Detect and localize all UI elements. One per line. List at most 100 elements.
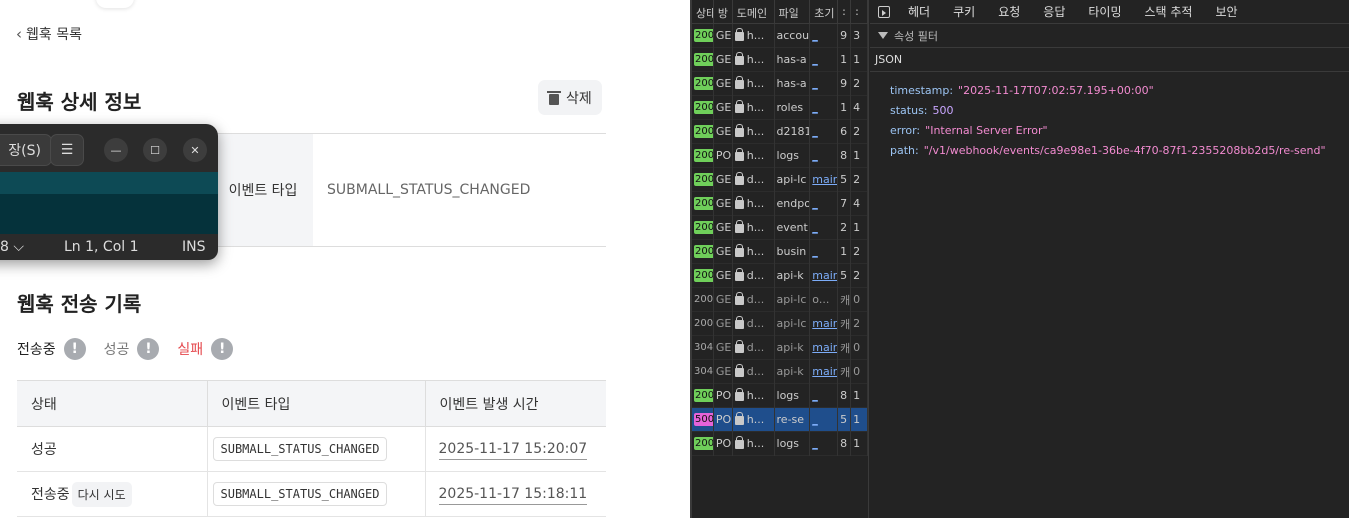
- tab-timing[interactable]: 타이밍: [1088, 3, 1121, 20]
- trash-icon: [547, 90, 561, 105]
- table-row[interactable]: 500 PO h... re-se _ 5 1: [692, 407, 868, 432]
- detail-title: 웹훅 상세 정보: [17, 90, 142, 114]
- table-header-row: 상태 이벤트 타입 이벤트 발생 시간: [17, 380, 606, 427]
- row-domain: h...: [733, 23, 775, 48]
- row-status: 200: [692, 95, 714, 120]
- row-initiator: o...: [810, 287, 839, 312]
- row-a: 캐: [838, 359, 852, 384]
- json-row-error[interactable]: error: "Internal Server Error": [890, 120, 1349, 140]
- col-size[interactable]: :: [851, 0, 868, 23]
- row-b: 1: [851, 47, 868, 72]
- table-row[interactable]: 304 GE d... api-k mair 캐 0: [692, 359, 868, 384]
- row-status: 성공: [17, 426, 208, 472]
- editor-content[interactable]: [0, 172, 218, 194]
- table-row[interactable]: 200 GE h... event _ 2 1: [692, 215, 868, 240]
- lock-icon: [734, 364, 744, 377]
- toggle-panel-icon[interactable]: [878, 5, 890, 18]
- col-method[interactable]: 방: [714, 0, 733, 23]
- row-initiator: _: [810, 95, 839, 120]
- table-row[interactable]: 200 PO h... logs _ 8 1: [692, 143, 868, 168]
- tab-request[interactable]: 요청: [998, 3, 1020, 20]
- cursor-position[interactable]: Ln 1, Col 1: [64, 239, 139, 255]
- event-type-value: SUBMALL_STATUS_CHANGED: [327, 182, 531, 198]
- save-button[interactable]: 장(S): [0, 134, 52, 166]
- col-file[interactable]: 파일: [775, 0, 811, 23]
- row-method: GE: [714, 119, 733, 144]
- col-type[interactable]: :: [838, 0, 852, 23]
- row-event-time[interactable]: 2025-11-17 15:20:07: [438, 441, 588, 460]
- encoding-dropdown[interactable]: 8 ⌵: [0, 239, 24, 255]
- lock-icon: [734, 28, 744, 41]
- row-initiator: mair: [810, 359, 839, 384]
- tab-headers[interactable]: 헤더: [908, 3, 930, 20]
- table-row[interactable]: 200 GE h... endpo _ 7 4: [692, 191, 868, 216]
- row-a: 8: [838, 143, 852, 168]
- webhook-detail-page: ‹ 웹훅 목록 웹훅 상세 정보 삭제 이벤트 타입 SUBMALL_STATU…: [0, 0, 690, 518]
- table-row[interactable]: 304 GE d... api-k mair 캐 0: [692, 335, 868, 360]
- status-badge: 200: [694, 269, 714, 282]
- row-initiator: _: [810, 239, 839, 264]
- table-row[interactable]: 200 GE d... api-lc o... 캐 0: [692, 287, 868, 312]
- status-badge: 200: [694, 294, 714, 305]
- row-status: 전송중: [31, 486, 70, 503]
- row-initiator: mair: [810, 263, 839, 288]
- row-b: 1: [851, 431, 868, 456]
- table-row[interactable]: 200 GE d... api-k mair 5 2: [692, 263, 868, 288]
- delete-button[interactable]: 삭제: [538, 80, 602, 115]
- row-a: 9: [838, 71, 852, 96]
- status-badge: 200: [694, 77, 714, 90]
- row-a: 캐: [838, 311, 852, 336]
- row-file: has-a: [775, 47, 811, 72]
- insert-mode[interactable]: INS: [182, 239, 206, 255]
- json-row-timestamp[interactable]: timestamp: "2025-11-17T07:02:57.195+00:00…: [890, 80, 1349, 100]
- status-badge: 200: [694, 125, 714, 138]
- tab-response[interactable]: 응답: [1043, 3, 1065, 20]
- json-section-label[interactable]: JSON: [870, 48, 1349, 72]
- row-b: 2: [851, 71, 868, 96]
- table-row[interactable]: 200 PO h... logs _ 8 1: [692, 383, 868, 408]
- table-row[interactable]: 200 GE d... api-lc mair 캐 2: [692, 311, 868, 336]
- tab-cookies[interactable]: 쿠키: [953, 3, 975, 20]
- table-row[interactable]: 200 GE h... accou _ 9 3: [692, 23, 868, 48]
- row-status: 200: [692, 23, 714, 48]
- table-row[interactable]: 200 GE h... has-a _ 1 1: [692, 47, 868, 72]
- row-a: 5: [838, 407, 852, 432]
- col-domain[interactable]: 도메인: [733, 0, 775, 23]
- back-to-webhook-list-link[interactable]: ‹ 웹훅 목록: [16, 24, 82, 44]
- json-row-path[interactable]: path: "/v1/webhook/events/ca9e98e1-36be-4…: [890, 140, 1349, 160]
- filter-properties-input[interactable]: 속성 필터: [870, 24, 1349, 48]
- retry-button[interactable]: 다시 시도: [71, 481, 132, 507]
- row-initiator: mair: [810, 167, 839, 192]
- row-a: 1: [838, 95, 852, 120]
- table-row[interactable]: 200 GE h... roles _ 1 4: [692, 95, 868, 120]
- row-event-time[interactable]: 2025-11-17 15:18:11: [438, 486, 588, 505]
- tab-stack-trace[interactable]: 스택 추적: [1145, 3, 1193, 20]
- row-b: 4: [851, 191, 868, 216]
- col-initiator[interactable]: 초기: [810, 0, 839, 23]
- info-icon[interactable]: !: [137, 338, 160, 360]
- editor-content-area[interactable]: [0, 194, 218, 234]
- col-status[interactable]: 상태: [692, 0, 714, 23]
- table-row[interactable]: 200 GE h... d2181 _ 6 2: [692, 119, 868, 144]
- row-b: 1: [851, 215, 868, 240]
- chevron-down-icon: ⌵: [13, 239, 24, 255]
- json-row-status[interactable]: status: 500: [890, 100, 1349, 120]
- row-domain: h...: [733, 143, 775, 168]
- row-status: 200: [692, 71, 714, 96]
- table-row[interactable]: 200 PO h... logs _ 8 1: [692, 431, 868, 456]
- tab-security[interactable]: 보안: [1215, 3, 1237, 20]
- row-a: 9: [838, 23, 852, 48]
- menu-icon[interactable]: ☰: [50, 134, 84, 166]
- row-status: 200: [692, 287, 714, 312]
- row-domain: h...: [733, 215, 775, 240]
- table-row[interactable]: 200 GE d... api-lc mair 5 2: [692, 167, 868, 192]
- info-icon[interactable]: !: [63, 338, 86, 360]
- minimize-icon[interactable]: —: [104, 138, 128, 162]
- close-icon[interactable]: ✕: [183, 138, 207, 162]
- table-row[interactable]: 200 GE h... busin _ 1 2: [692, 239, 868, 264]
- row-initiator: _: [810, 71, 839, 96]
- info-icon[interactable]: !: [211, 338, 234, 360]
- table-row[interactable]: 200 GE h... has-a _ 9 2: [692, 71, 868, 96]
- maximize-icon[interactable]: ☐: [143, 138, 167, 162]
- request-list-header: 상태 방 도메인 파일 초기 : :: [692, 0, 868, 24]
